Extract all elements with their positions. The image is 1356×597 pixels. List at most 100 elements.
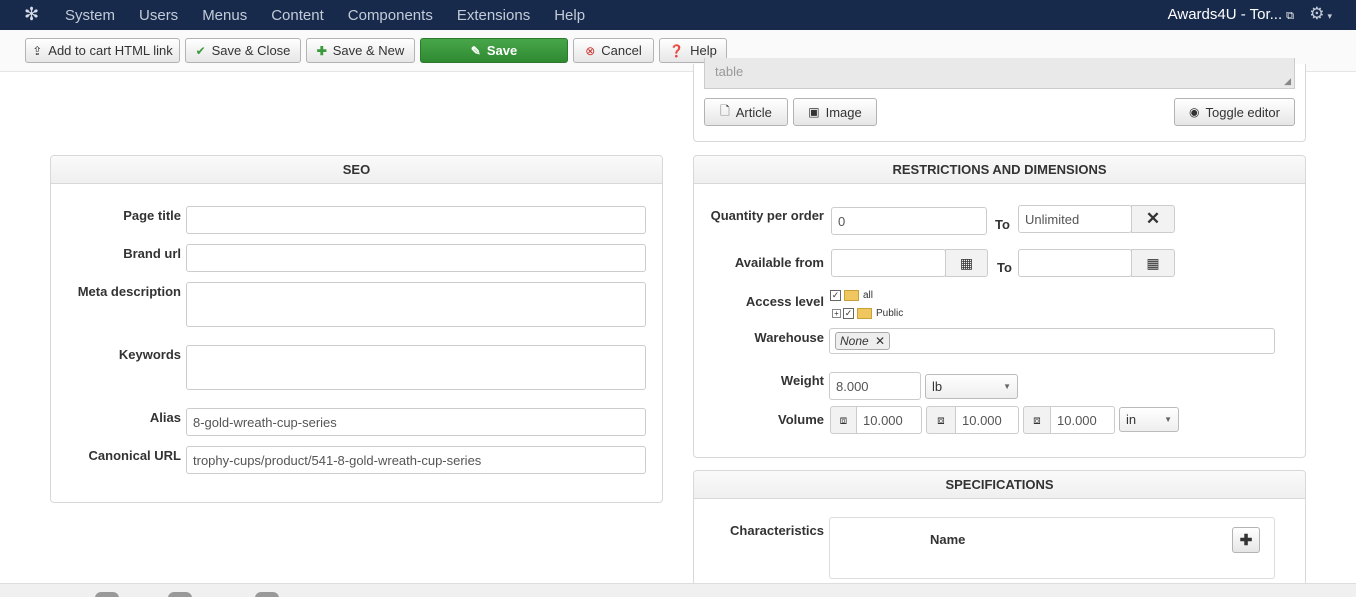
access-tree-item-all[interactable]: ✓ all — [830, 290, 873, 301]
document-icon: 🗋 — [720, 103, 730, 118]
canonical-url-input[interactable] — [186, 446, 646, 474]
available-to-input[interactable] — [1018, 249, 1132, 277]
top-navbar: ✻ System Users Menus Content Components … — [0, 0, 1356, 30]
cube-icon: ⧈ — [926, 406, 956, 434]
volume-label: Volume — [778, 412, 824, 427]
meta-description-textarea[interactable] — [186, 282, 646, 327]
expand-icon[interactable]: + — [832, 309, 841, 318]
menu-extensions[interactable]: Extensions — [457, 7, 530, 24]
article-button[interactable]: 🗋 Article — [704, 98, 788, 126]
warehouse-multiselect[interactable]: None ✕ — [829, 328, 1275, 354]
toggle-editor-label: Toggle editor — [1205, 104, 1280, 120]
alias-input[interactable] — [186, 408, 646, 436]
brand-url-input[interactable] — [186, 244, 646, 272]
brand-url-label: Brand url — [123, 246, 181, 261]
folder-icon — [844, 290, 859, 301]
joomla-icon[interactable]: ✻ — [24, 5, 42, 23]
add-to-cart-label: Add to cart HTML link — [48, 43, 173, 58]
available-from-input[interactable] — [831, 249, 946, 277]
add-characteristic-button[interactable]: ✚ — [1232, 527, 1260, 553]
resize-handle-icon[interactable]: ◢ — [1284, 76, 1291, 87]
eye-icon: ◉ — [1189, 105, 1200, 119]
calendar-icon[interactable]: ▦ — [1131, 249, 1175, 277]
weight-unit-select[interactable]: lb ▼ — [925, 374, 1018, 399]
save-button[interactable]: ✎ Save — [420, 38, 568, 63]
upload-icon: ⇪ — [32, 43, 43, 58]
save-label: Save — [486, 43, 518, 58]
calendar-icon[interactable]: ▦ — [945, 249, 988, 277]
plus-icon: ✚ — [1239, 532, 1253, 549]
canonical-url-label: Canonical URL — [88, 448, 181, 463]
access-level-label: Access level — [745, 294, 824, 309]
folder-icon — [857, 308, 872, 319]
dropdown-arrow-icon: ▼ — [1003, 382, 1011, 391]
status-pill — [255, 592, 279, 597]
image-button[interactable]: ▣ Image — [793, 98, 877, 126]
image-label: Image — [825, 104, 862, 120]
checkbox-checked-icon[interactable]: ✓ — [843, 308, 854, 319]
weight-label: Weight — [780, 373, 824, 388]
quantity-per-order-label: Quantity per order — [710, 208, 824, 223]
keywords-label: Keywords — [118, 347, 181, 362]
site-link[interactable]: Awards4U - Tor... ⧉ — [1168, 6, 1294, 23]
quantity-to-input[interactable] — [1018, 205, 1132, 233]
menu-system[interactable]: System — [65, 7, 115, 24]
page-title-label: Page title — [123, 208, 181, 223]
keywords-textarea[interactable] — [186, 345, 646, 390]
cancel-button[interactable]: ⊗ Cancel — [573, 38, 654, 63]
weight-input[interactable] — [829, 372, 921, 400]
restrictions-panel-title: RESTRICTIONS AND DIMENSIONS — [694, 156, 1305, 184]
characteristics-table: Name ✚ — [829, 517, 1275, 579]
access-public-label: Public — [876, 308, 904, 319]
help-label: Help — [690, 43, 717, 58]
menu-help[interactable]: Help — [554, 7, 585, 24]
edit-icon: ✎ — [470, 43, 481, 58]
menu-users[interactable]: Users — [139, 7, 178, 24]
status-pill — [168, 592, 192, 597]
cube-icon: ⧈ — [1023, 406, 1051, 434]
gear-icon[interactable]: ⚙ ▾ — [1309, 4, 1332, 24]
add-to-cart-link-button[interactable]: ⇪ Add to cart HTML link — [25, 38, 180, 63]
check-icon: ✔ — [195, 43, 206, 58]
warehouse-tag: None ✕ — [835, 332, 891, 350]
specifications-panel-title: SPECIFICATIONS — [694, 471, 1305, 499]
meta-description-label: Meta description — [77, 284, 181, 299]
warehouse-label: Warehouse — [754, 330, 824, 345]
save-close-button[interactable]: ✔ Save & Close — [185, 38, 301, 63]
menu-content[interactable]: Content — [271, 7, 324, 24]
volume-length-input[interactable] — [856, 406, 922, 434]
characteristics-label: Characteristics — [730, 523, 824, 538]
question-icon: ❓ — [669, 43, 685, 58]
page-title-input[interactable] — [186, 206, 646, 234]
name-column-header: Name — [930, 532, 966, 547]
picture-icon: ▣ — [808, 105, 820, 119]
editor-textarea-tail[interactable]: table ◢ — [704, 58, 1295, 89]
cancel-icon: ⊗ — [585, 43, 596, 58]
toggle-editor-button[interactable]: ◉ Toggle editor — [1174, 98, 1295, 126]
menu-menus[interactable]: Menus — [202, 7, 247, 24]
remove-tag-icon[interactable]: ✕ — [875, 334, 885, 348]
access-tree-item-public[interactable]: + ✓ Public — [832, 308, 903, 319]
volume-width-input[interactable] — [955, 406, 1019, 434]
cube-icon: ⧈ — [830, 406, 857, 434]
save-new-button[interactable]: ✚ Save & New — [306, 38, 415, 63]
editor-text: table — [715, 64, 744, 79]
dropdown-arrow-icon: ▼ — [1164, 415, 1172, 424]
quantity-to-label: To — [995, 217, 1010, 232]
volume-unit-value: in — [1126, 412, 1137, 427]
alias-label: Alias — [149, 410, 181, 425]
checkbox-checked-icon[interactable]: ✓ — [830, 290, 841, 301]
volume-height-input[interactable] — [1050, 406, 1115, 434]
status-pill — [95, 592, 119, 597]
clear-quantity-button[interactable]: ✕ — [1131, 205, 1175, 233]
menu-components[interactable]: Components — [348, 7, 433, 24]
status-bar — [0, 583, 1356, 597]
available-to-label: To — [997, 260, 1012, 275]
volume-unit-select[interactable]: in ▼ — [1119, 407, 1179, 432]
seo-panel-title: SEO — [51, 156, 662, 184]
quantity-from-input[interactable] — [831, 207, 987, 235]
available-from-label: Available from — [734, 255, 824, 270]
cancel-label: Cancel — [601, 43, 642, 58]
save-close-label: Save & Close — [211, 43, 291, 58]
plus-icon: ✚ — [316, 43, 327, 58]
